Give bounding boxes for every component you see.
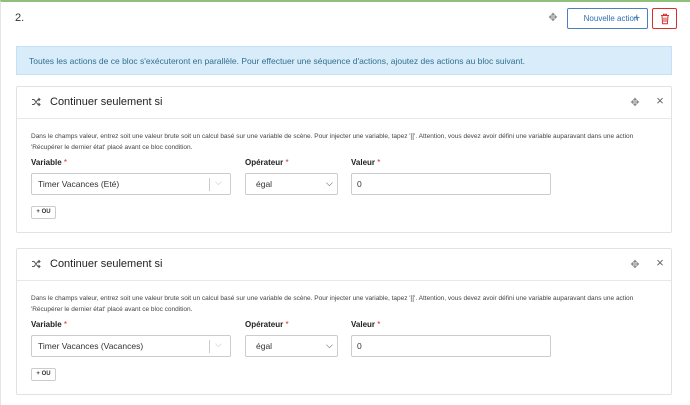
condition-description: Dans le champs valeur, entrez soit une v…: [31, 294, 651, 315]
chevron-down-icon: ⌵: [326, 340, 333, 350]
value-input-text: 0: [357, 179, 362, 189]
condition-card-header: Continuer seulement si ✥ ×: [17, 87, 671, 119]
condition-card: Continuer seulement si ✥ × Dans le champ…: [16, 86, 672, 233]
value-label: Valeur *: [351, 320, 381, 329]
plus-icon: +: [633, 12, 640, 24]
shuffle-icon: [32, 259, 41, 269]
operator-label: Opérateur *: [245, 158, 289, 167]
condition-title: Continuer seulement si: [50, 96, 163, 108]
close-icon[interactable]: ×: [654, 94, 666, 107]
move-icon[interactable]: ✥: [547, 12, 559, 24]
trash-icon: [661, 13, 669, 25]
select-separator: [209, 178, 210, 191]
condition-card-header: Continuer seulement si ✥ ×: [17, 249, 671, 281]
variable-select-value: Timer Vacances (Vacances): [38, 341, 144, 351]
chevron-down-icon[interactable]: ⌵: [215, 177, 222, 188]
value-input-text: 0: [357, 341, 362, 351]
add-or-button[interactable]: + OU: [31, 206, 56, 219]
info-banner: Toutes les actions de ce bloc s'exécuter…: [16, 46, 672, 75]
chevron-down-icon: ⌵: [326, 178, 333, 188]
variable-select[interactable]: Timer Vacances (Vacances) ⌵: [31, 335, 231, 357]
operator-select[interactable]: égal ⌵: [245, 335, 338, 357]
move-icon[interactable]: ✥: [629, 97, 641, 109]
operator-select-value: égal: [256, 341, 273, 351]
block-header: 2. ✥ Nouvelle action +: [1, 4, 690, 34]
operator-label: Opérateur *: [245, 320, 289, 329]
condition-card: Continuer seulement si ✥ × Dans le champ…: [16, 248, 672, 395]
condition-title: Continuer seulement si: [50, 258, 163, 270]
description-line: Dans le champs valeur, entrez soit une v…: [31, 133, 634, 140]
new-action-button[interactable]: Nouvelle action +: [567, 8, 648, 29]
description-line: Dans le champs valeur, entrez soit une v…: [31, 295, 634, 302]
condition-description: Dans le champs valeur, entrez soit une v…: [31, 132, 651, 153]
description-line: 'Récupérer le dernier état' placé avant …: [31, 305, 193, 313]
add-or-button[interactable]: + OU: [31, 368, 56, 381]
delete-block-button[interactable]: [652, 8, 677, 29]
variable-label: Variable *: [31, 158, 68, 167]
shuffle-icon: [32, 97, 41, 107]
operator-select-value: égal: [256, 179, 273, 189]
operator-select[interactable]: égal ⌵: [245, 173, 338, 195]
new-action-label: Nouvelle action: [583, 14, 639, 23]
variable-select-value: Timer Vacances (Eté): [38, 179, 120, 189]
value-label: Valeur *: [351, 158, 381, 167]
move-icon[interactable]: ✥: [629, 259, 641, 271]
block-number: 2.: [15, 12, 25, 24]
action-block: 2. ✥ Nouvelle action + Toutes les action…: [0, 0, 690, 405]
value-input[interactable]: 0: [351, 173, 551, 195]
close-icon[interactable]: ×: [654, 256, 666, 269]
description-line: 'Récupérer le dernier état' placé avant …: [31, 143, 193, 151]
select-separator: [209, 340, 210, 353]
variable-select[interactable]: Timer Vacances (Eté) ⌵: [31, 173, 231, 195]
variable-label: Variable *: [31, 320, 68, 329]
chevron-down-icon[interactable]: ⌵: [215, 339, 222, 350]
value-input[interactable]: 0: [351, 335, 551, 357]
